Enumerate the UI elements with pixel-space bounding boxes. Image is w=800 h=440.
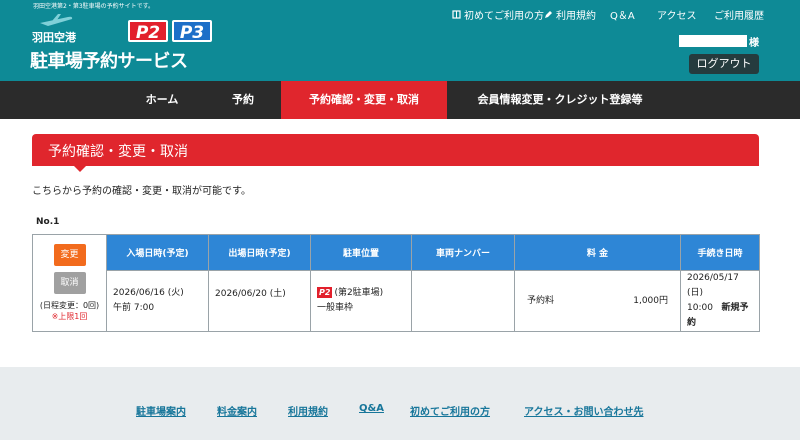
top-link-label: アクセス — [657, 11, 697, 22]
vehicle-cell — [411, 270, 515, 332]
table-header-row: 変更 取消 (日程変更：0回) ※上限1回 入場日時(予定) 出場日時(予定) … — [32, 234, 760, 332]
top-link-label: Q＆A — [610, 11, 635, 22]
schedule-change-count: (日程変更：0回) — [39, 301, 100, 310]
entry-date: 2026/06/16 (火) — [113, 288, 184, 298]
col-header-procedure: 手続き日時 — [680, 234, 760, 271]
page-title: 予約確認・変更・取消 — [48, 144, 188, 160]
top-link-history[interactable]: ご利用履歴 — [714, 7, 764, 22]
main-nav: ホーム 予約 予約確認・変更・取消 会員情報変更・クレジット登録等 — [0, 81, 800, 119]
exit-cell: 2026/06/20 (土) — [208, 270, 311, 332]
top-link-terms[interactable]: 利用規約 — [544, 7, 596, 22]
col-header-vehicle: 車両ナンバー — [411, 234, 515, 271]
p2-badge: P2 — [317, 287, 333, 298]
change-limit-note: ※上限1回 — [51, 312, 88, 321]
col-header-fee: 料 金 — [514, 234, 681, 271]
site-footer: 駐車場案内 料金案内 利用規約 Q&A 初めてご利用の方 アクセス・お問い合わせ… — [0, 367, 800, 440]
procedure-date: 2026/05/17 (日) — [687, 273, 739, 298]
footer-link-parking-guide[interactable]: 駐車場案内 — [136, 403, 186, 418]
procedure-cell: 2026/05/17 (日) 10:00 新規予約 — [680, 270, 760, 332]
reservation-table: 変更 取消 (日程変更：0回) ※上限1回 入場日時(予定) 出場日時(予定) … — [32, 234, 760, 332]
nav-item-confirm[interactable]: 予約確認・変更・取消 — [281, 81, 447, 119]
title-pointer — [74, 166, 86, 172]
cancel-button[interactable]: 取消 — [53, 272, 86, 294]
footer-link-fee-guide[interactable]: 料金案内 — [217, 403, 257, 418]
entry-cell: 2026/06/16 (火) 午前 7:00 — [106, 270, 209, 332]
fee-cell: 予約料 1,000円 — [514, 270, 681, 332]
top-link-qa[interactable]: Q＆A — [610, 7, 635, 22]
book-icon — [452, 10, 461, 19]
logo-airport-text: 羽田空港 — [32, 31, 76, 44]
top-link-first-time[interactable]: 初めてご利用の方 — [452, 7, 544, 22]
page-lead: こちらから予約の確認・変更・取消が可能です。 — [32, 186, 251, 197]
page-title-bar: 予約確認・変更・取消 — [32, 134, 759, 172]
procedure-time: 10:00 — [687, 303, 713, 313]
header-tagline: 羽田空港第2・第3駐車場の予約サイトです。 — [33, 3, 155, 10]
top-link-label: 利用規約 — [556, 11, 596, 22]
logo-p3-badge: P3 — [172, 20, 212, 43]
logout-button[interactable]: ログアウト — [689, 54, 759, 74]
nav-item-member[interactable]: 会員情報変更・クレジット登録等 — [462, 81, 658, 119]
actions-cell: 変更 取消 (日程変更：0回) ※上限1回 — [32, 234, 107, 332]
col-header-location: 駐車位置 — [310, 234, 412, 271]
footer-link-first-time[interactable]: 初めてご利用の方 — [410, 403, 490, 418]
entry-time: 午前 7:00 — [113, 303, 155, 313]
site-header: 羽田空港第2・第3駐車場の予約サイトです。 羽田空港 P2 P3 駐車場予約サー… — [0, 0, 800, 81]
footer-link-terms[interactable]: 利用規約 — [288, 403, 328, 418]
footer-link-access-contact[interactable]: アクセス・お問い合わせ先 — [524, 403, 644, 418]
top-link-label: ご利用履歴 — [714, 11, 764, 22]
user-name-redacted — [679, 35, 747, 47]
nav-item-reserve[interactable]: 予約 — [212, 81, 274, 119]
pencil-icon — [545, 11, 552, 18]
parking-type: 一般車枠 — [317, 303, 354, 313]
top-link-label: 初めてご利用の方 — [464, 11, 544, 22]
fee-label: 予約料 — [527, 295, 555, 306]
col-header-entry: 入場日時(予定) — [106, 234, 209, 271]
col-header-exit: 出場日時(予定) — [208, 234, 311, 271]
top-link-access[interactable]: アクセス — [657, 7, 697, 22]
exit-date: 2026/06/20 (土) — [215, 289, 286, 299]
site-logo[interactable]: 羽田空港 P2 P3 駐車場予約サービス — [30, 12, 230, 72]
fee-amount: 1,000円 — [633, 295, 668, 306]
table-row: 2026/06/16 (火) 午前 7:00 2026/06/20 (土) P2… — [33, 270, 760, 332]
main-content: 予約確認・変更・取消 こちらから予約の確認・変更・取消が可能です。 No.1 変… — [0, 119, 800, 367]
change-button[interactable]: 変更 — [53, 244, 86, 266]
parking-name: (第2駐車場) — [334, 288, 384, 298]
user-suffix: 様 — [749, 38, 759, 49]
airplane-icon — [40, 14, 73, 26]
location-cell: P2 (第2駐車場) 一般車枠 — [310, 270, 412, 332]
record-number: No.1 — [36, 217, 60, 227]
logo-p2-badge: P2 — [128, 20, 168, 43]
footer-link-qa[interactable]: Q&A — [359, 403, 384, 414]
logo-service-text: 駐車場予約サービス — [30, 51, 188, 72]
nav-item-home[interactable]: ホーム — [128, 81, 196, 119]
